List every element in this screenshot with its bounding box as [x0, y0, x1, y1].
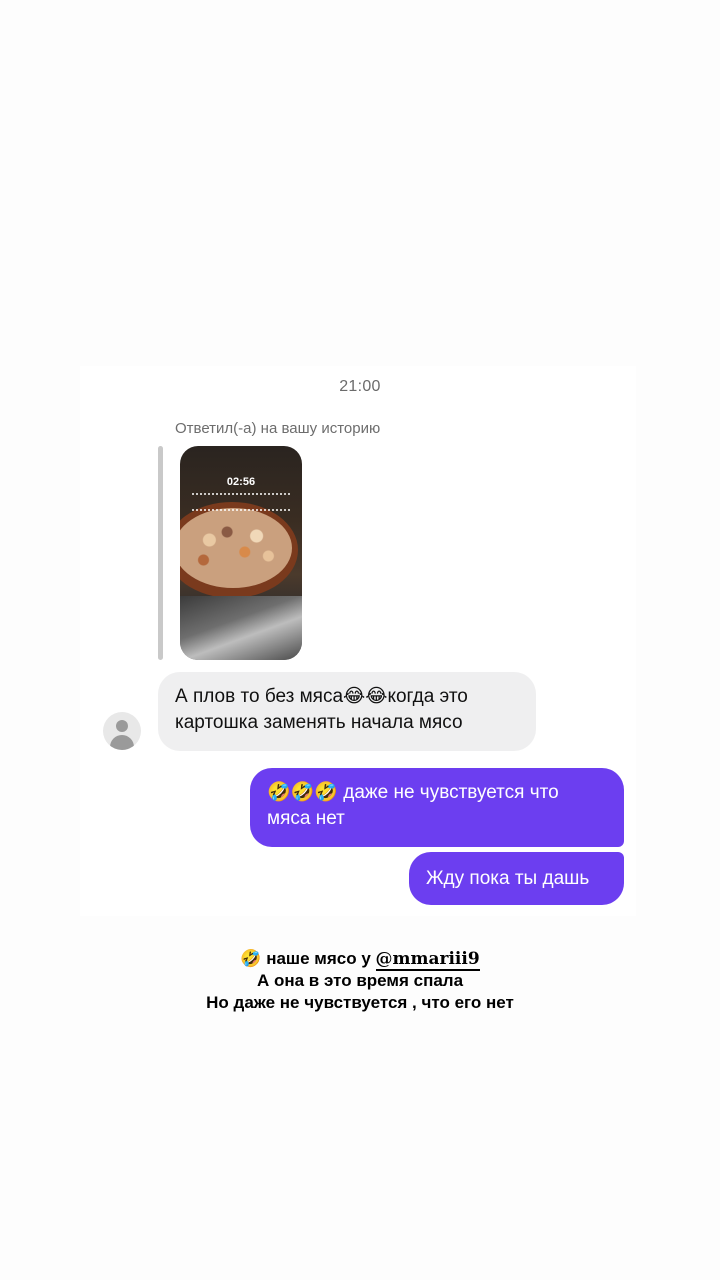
outgoing-message-bubble[interactable]: Жду пока ты дашь [409, 852, 624, 905]
incoming-message-bubble[interactable]: А плов то без мяса😂😂когда это картошка з… [158, 672, 536, 751]
caption-text: наше мясо у [266, 949, 371, 968]
story-time-overlay: 02:56 [226, 476, 256, 488]
user-mention-link[interactable]: @mmariii9 [375, 949, 480, 971]
story-caption: 🤣 наше мясо у @mmariii9 А она в это врем… [0, 948, 720, 1014]
avatar-placeholder-icon [116, 720, 128, 732]
caption-line-2: А она в это время спала [256, 971, 464, 990]
outgoing-message-bubble[interactable]: 🤣🤣🤣 даже не чувствуется что мяса нет [250, 768, 624, 847]
caption-line-1: 🤣 наше мясо у @mmariii9 [0, 948, 720, 971]
rofl-emoji: 🤣 [240, 949, 262, 969]
story-thumbnail[interactable]: 02:56 [180, 446, 302, 660]
reply-indicator-bar [158, 446, 163, 660]
story-reply-label: Ответил(-а) на вашу историю [175, 420, 381, 437]
stove-image [180, 596, 302, 660]
message-text: 🤣🤣🤣 даже не чувствуется что мяса нет [267, 782, 559, 829]
story-caption-overlay [192, 493, 290, 511]
avatar[interactable] [103, 712, 141, 750]
message-timestamp: 21:00 [339, 378, 381, 395]
message-text: А плов то без мяса😂😂когда это картошка з… [175, 686, 468, 733]
caption-line-3: Но даже не чувствуется , что его нет [206, 993, 514, 1012]
message-text: Жду пока ты дашь [426, 868, 590, 889]
